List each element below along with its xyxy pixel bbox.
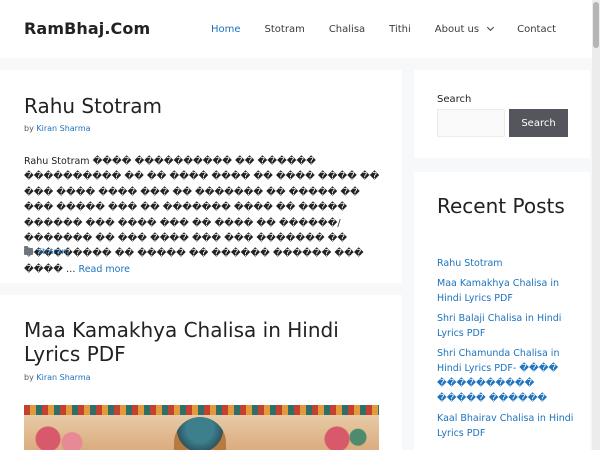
main-nav: Home Stotram Chalisa Tithi About us Cont… xyxy=(199,0,592,58)
nav-about-us[interactable]: About us xyxy=(423,0,505,58)
recent-posts-list: Rahu Stotram Maa Kamakhya Chalisa in Hin… xyxy=(437,256,577,446)
featured-image[interactable] xyxy=(24,405,379,450)
post-category: Stotram xyxy=(24,246,69,256)
search-input[interactable] xyxy=(437,109,505,137)
site-logo[interactable]: RamBhaj.Com xyxy=(24,19,150,38)
read-more-link[interactable]: Read more xyxy=(79,264,131,275)
scrollbar[interactable] xyxy=(592,0,600,450)
nav-about-us-label: About us xyxy=(434,23,480,35)
post-card: Rahu Stotram by Kiran Sharma Rahu Stotra… xyxy=(0,70,402,283)
post-card: Maa Kamakhya Chalisa in Hindi Lyrics PDF… xyxy=(0,295,402,450)
byline-prefix: by xyxy=(24,373,34,382)
nav-tithi[interactable]: Tithi xyxy=(377,0,423,58)
search-button[interactable]: Search xyxy=(509,109,568,137)
search-label: Search xyxy=(437,94,472,105)
image-flowers-left xyxy=(30,421,90,450)
post-title[interactable]: Rahu Stotram xyxy=(24,94,162,118)
byline-prefix: by xyxy=(24,124,34,133)
image-temple-dome xyxy=(174,417,226,450)
recent-post-link[interactable]: Kaal Bhairav Chalisa in Hindi Lyrics PDF xyxy=(437,411,577,441)
recent-post-link[interactable]: Shri Chamunda Chalisa in Hindi Lyrics PD… xyxy=(437,346,577,406)
nav-home[interactable]: Home xyxy=(199,0,253,58)
recent-post-link[interactable]: Maa Kamakhya Chalisa in Hindi Lyrics PDF xyxy=(437,276,577,306)
post-excerpt: Rahu Stotram ���� ���������� �� ������ �… xyxy=(24,154,384,277)
scrollbar-thumb[interactable] xyxy=(593,2,599,48)
post-author-link[interactable]: Kiran Sharma xyxy=(36,373,90,382)
recent-posts-title: Recent Posts xyxy=(437,194,565,218)
post-excerpt-text: Rahu Stotram ���� ���������� �� ������ �… xyxy=(24,156,380,275)
image-flowers-right xyxy=(313,421,373,450)
post-title[interactable]: Maa Kamakhya Chalisa in Hindi Lyrics PDF xyxy=(24,318,384,366)
nav-contact[interactable]: Contact xyxy=(505,0,592,58)
nav-chalisa[interactable]: Chalisa xyxy=(317,0,377,58)
post-author-link[interactable]: Kiran Sharma xyxy=(36,124,90,133)
category-link[interactable]: Stotram xyxy=(37,247,69,256)
nav-stotram[interactable]: Stotram xyxy=(253,0,317,58)
chevron-down-icon xyxy=(487,23,495,32)
site-header: RamBhaj.Com Home Stotram Chalisa Tithi A… xyxy=(0,0,592,58)
recent-posts-widget: Recent Posts Rahu Stotram Maa Kamakhya C… xyxy=(414,172,590,450)
search-widget: Search Search xyxy=(414,70,590,158)
image-border-decoration xyxy=(24,405,379,415)
folder-icon xyxy=(24,246,33,255)
recent-post-link[interactable]: Shri Balaji Chalisa in Hindi Lyrics PDF xyxy=(437,311,577,341)
recent-post-link[interactable]: Rahu Stotram xyxy=(437,256,577,271)
post-byline: by Kiran Sharma xyxy=(24,373,91,382)
post-byline: by Kiran Sharma xyxy=(24,124,91,133)
